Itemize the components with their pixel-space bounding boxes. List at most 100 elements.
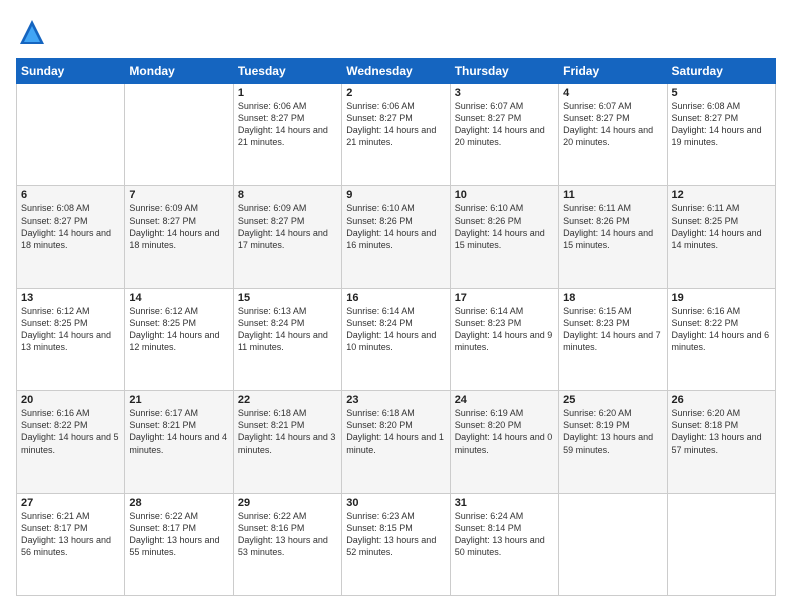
day-number: 25 — [563, 394, 662, 406]
calendar-cell: 2Sunrise: 6:06 AM Sunset: 8:27 PM Daylig… — [342, 84, 450, 186]
calendar-cell: 4Sunrise: 6:07 AM Sunset: 8:27 PM Daylig… — [559, 84, 667, 186]
day-number: 7 — [129, 189, 228, 201]
calendar-cell: 30Sunrise: 6:23 AM Sunset: 8:15 PM Dayli… — [342, 493, 450, 595]
day-info: Sunrise: 6:15 AM Sunset: 8:23 PM Dayligh… — [563, 305, 662, 354]
day-number: 10 — [455, 189, 554, 201]
weekday-header-saturday: Saturday — [667, 59, 775, 84]
day-info: Sunrise: 6:16 AM Sunset: 8:22 PM Dayligh… — [672, 305, 771, 354]
day-info: Sunrise: 6:14 AM Sunset: 8:23 PM Dayligh… — [455, 305, 554, 354]
week-row-2: 13Sunrise: 6:12 AM Sunset: 8:25 PM Dayli… — [17, 288, 776, 390]
day-number: 1 — [238, 87, 337, 99]
header — [16, 16, 776, 48]
day-number: 16 — [346, 292, 445, 304]
day-number: 13 — [21, 292, 120, 304]
calendar-cell: 13Sunrise: 6:12 AM Sunset: 8:25 PM Dayli… — [17, 288, 125, 390]
calendar-cell: 26Sunrise: 6:20 AM Sunset: 8:18 PM Dayli… — [667, 391, 775, 493]
day-info: Sunrise: 6:06 AM Sunset: 8:27 PM Dayligh… — [238, 100, 337, 149]
day-info: Sunrise: 6:12 AM Sunset: 8:25 PM Dayligh… — [129, 305, 228, 354]
calendar-cell: 18Sunrise: 6:15 AM Sunset: 8:23 PM Dayli… — [559, 288, 667, 390]
day-number: 3 — [455, 87, 554, 99]
day-number: 11 — [563, 189, 662, 201]
day-number: 18 — [563, 292, 662, 304]
calendar-cell: 27Sunrise: 6:21 AM Sunset: 8:17 PM Dayli… — [17, 493, 125, 595]
calendar-cell — [667, 493, 775, 595]
week-row-1: 6Sunrise: 6:08 AM Sunset: 8:27 PM Daylig… — [17, 186, 776, 288]
day-number: 2 — [346, 87, 445, 99]
day-number: 17 — [455, 292, 554, 304]
calendar-cell: 9Sunrise: 6:10 AM Sunset: 8:26 PM Daylig… — [342, 186, 450, 288]
weekday-header-monday: Monday — [125, 59, 233, 84]
day-info: Sunrise: 6:22 AM Sunset: 8:17 PM Dayligh… — [129, 510, 228, 559]
day-number: 22 — [238, 394, 337, 406]
logo-icon — [16, 16, 48, 48]
calendar-cell: 6Sunrise: 6:08 AM Sunset: 8:27 PM Daylig… — [17, 186, 125, 288]
calendar-cell: 28Sunrise: 6:22 AM Sunset: 8:17 PM Dayli… — [125, 493, 233, 595]
day-number: 30 — [346, 497, 445, 509]
day-info: Sunrise: 6:20 AM Sunset: 8:18 PM Dayligh… — [672, 407, 771, 456]
calendar-cell: 10Sunrise: 6:10 AM Sunset: 8:26 PM Dayli… — [450, 186, 558, 288]
calendar-cell: 8Sunrise: 6:09 AM Sunset: 8:27 PM Daylig… — [233, 186, 341, 288]
day-info: Sunrise: 6:07 AM Sunset: 8:27 PM Dayligh… — [563, 100, 662, 149]
calendar-cell: 17Sunrise: 6:14 AM Sunset: 8:23 PM Dayli… — [450, 288, 558, 390]
weekday-header-thursday: Thursday — [450, 59, 558, 84]
calendar-cell: 5Sunrise: 6:08 AM Sunset: 8:27 PM Daylig… — [667, 84, 775, 186]
page: SundayMondayTuesdayWednesdayThursdayFrid… — [0, 0, 792, 612]
day-number: 12 — [672, 189, 771, 201]
day-number: 21 — [129, 394, 228, 406]
day-info: Sunrise: 6:13 AM Sunset: 8:24 PM Dayligh… — [238, 305, 337, 354]
calendar-cell: 20Sunrise: 6:16 AM Sunset: 8:22 PM Dayli… — [17, 391, 125, 493]
day-info: Sunrise: 6:12 AM Sunset: 8:25 PM Dayligh… — [21, 305, 120, 354]
calendar-cell: 11Sunrise: 6:11 AM Sunset: 8:26 PM Dayli… — [559, 186, 667, 288]
week-row-4: 27Sunrise: 6:21 AM Sunset: 8:17 PM Dayli… — [17, 493, 776, 595]
day-number: 26 — [672, 394, 771, 406]
calendar-cell — [125, 84, 233, 186]
day-number: 19 — [672, 292, 771, 304]
weekday-header-wednesday: Wednesday — [342, 59, 450, 84]
day-info: Sunrise: 6:22 AM Sunset: 8:16 PM Dayligh… — [238, 510, 337, 559]
day-info: Sunrise: 6:10 AM Sunset: 8:26 PM Dayligh… — [455, 202, 554, 251]
day-info: Sunrise: 6:08 AM Sunset: 8:27 PM Dayligh… — [672, 100, 771, 149]
day-info: Sunrise: 6:21 AM Sunset: 8:17 PM Dayligh… — [21, 510, 120, 559]
day-number: 8 — [238, 189, 337, 201]
day-info: Sunrise: 6:16 AM Sunset: 8:22 PM Dayligh… — [21, 407, 120, 456]
calendar: SundayMondayTuesdayWednesdayThursdayFrid… — [16, 58, 776, 596]
day-number: 27 — [21, 497, 120, 509]
day-number: 23 — [346, 394, 445, 406]
day-number: 9 — [346, 189, 445, 201]
calendar-cell: 24Sunrise: 6:19 AM Sunset: 8:20 PM Dayli… — [450, 391, 558, 493]
week-row-0: 1Sunrise: 6:06 AM Sunset: 8:27 PM Daylig… — [17, 84, 776, 186]
day-info: Sunrise: 6:20 AM Sunset: 8:19 PM Dayligh… — [563, 407, 662, 456]
day-number: 29 — [238, 497, 337, 509]
day-info: Sunrise: 6:07 AM Sunset: 8:27 PM Dayligh… — [455, 100, 554, 149]
calendar-cell: 22Sunrise: 6:18 AM Sunset: 8:21 PM Dayli… — [233, 391, 341, 493]
day-info: Sunrise: 6:09 AM Sunset: 8:27 PM Dayligh… — [238, 202, 337, 251]
calendar-cell: 21Sunrise: 6:17 AM Sunset: 8:21 PM Dayli… — [125, 391, 233, 493]
calendar-cell: 1Sunrise: 6:06 AM Sunset: 8:27 PM Daylig… — [233, 84, 341, 186]
day-info: Sunrise: 6:14 AM Sunset: 8:24 PM Dayligh… — [346, 305, 445, 354]
weekday-header-row: SundayMondayTuesdayWednesdayThursdayFrid… — [17, 59, 776, 84]
calendar-cell: 19Sunrise: 6:16 AM Sunset: 8:22 PM Dayli… — [667, 288, 775, 390]
calendar-cell: 23Sunrise: 6:18 AM Sunset: 8:20 PM Dayli… — [342, 391, 450, 493]
calendar-cell: 16Sunrise: 6:14 AM Sunset: 8:24 PM Dayli… — [342, 288, 450, 390]
calendar-cell: 3Sunrise: 6:07 AM Sunset: 8:27 PM Daylig… — [450, 84, 558, 186]
day-info: Sunrise: 6:08 AM Sunset: 8:27 PM Dayligh… — [21, 202, 120, 251]
day-info: Sunrise: 6:09 AM Sunset: 8:27 PM Dayligh… — [129, 202, 228, 251]
weekday-header-tuesday: Tuesday — [233, 59, 341, 84]
day-info: Sunrise: 6:06 AM Sunset: 8:27 PM Dayligh… — [346, 100, 445, 149]
day-number: 24 — [455, 394, 554, 406]
day-info: Sunrise: 6:18 AM Sunset: 8:20 PM Dayligh… — [346, 407, 445, 456]
day-number: 31 — [455, 497, 554, 509]
day-number: 6 — [21, 189, 120, 201]
calendar-cell: 31Sunrise: 6:24 AM Sunset: 8:14 PM Dayli… — [450, 493, 558, 595]
week-row-3: 20Sunrise: 6:16 AM Sunset: 8:22 PM Dayli… — [17, 391, 776, 493]
calendar-cell: 12Sunrise: 6:11 AM Sunset: 8:25 PM Dayli… — [667, 186, 775, 288]
calendar-cell: 25Sunrise: 6:20 AM Sunset: 8:19 PM Dayli… — [559, 391, 667, 493]
day-info: Sunrise: 6:10 AM Sunset: 8:26 PM Dayligh… — [346, 202, 445, 251]
day-info: Sunrise: 6:19 AM Sunset: 8:20 PM Dayligh… — [455, 407, 554, 456]
day-number: 15 — [238, 292, 337, 304]
day-info: Sunrise: 6:11 AM Sunset: 8:25 PM Dayligh… — [672, 202, 771, 251]
day-number: 5 — [672, 87, 771, 99]
weekday-header-friday: Friday — [559, 59, 667, 84]
calendar-cell: 15Sunrise: 6:13 AM Sunset: 8:24 PM Dayli… — [233, 288, 341, 390]
day-number: 28 — [129, 497, 228, 509]
